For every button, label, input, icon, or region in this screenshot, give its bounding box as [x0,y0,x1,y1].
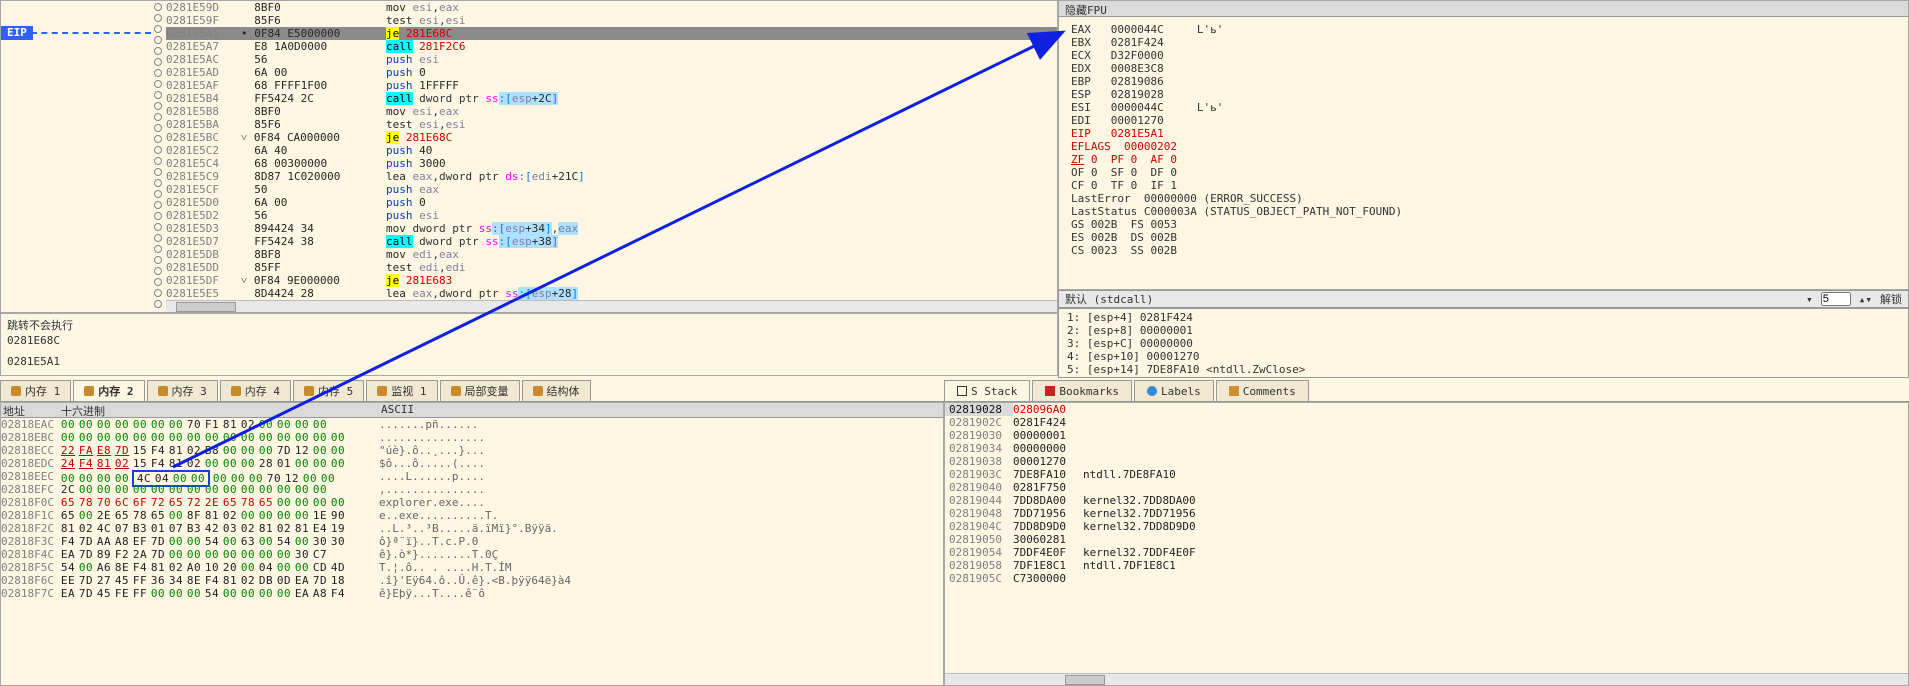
labels-icon [1147,386,1157,396]
stack-hscroll[interactable] [945,673,1908,685]
dump-tabs[interactable]: 内存 1内存 2内存 3内存 4内存 5监视 1局部变量结构体 [0,380,944,402]
comments-icon [1229,386,1239,396]
call-args: 1: [esp+4] 0281F424 2: [esp+8] 00000001 … [1058,308,1909,378]
tab-bookmarks[interactable]: Bookmarks [1032,380,1132,401]
dump-header: 地址 十六进制 ASCII [1,403,943,418]
info-line3: 0281E5A1 [7,354,1051,369]
cube-icon [84,386,94,396]
registers-pane[interactable]: 隐藏FPU EAX 0000044C L'ь'EBX 0281F424ECX D… [1058,0,1909,290]
dump-hdr-addr: 地址 [1,403,59,417]
argcount-input[interactable] [1821,292,1851,306]
cube-icon [451,386,461,396]
stack-body[interactable]: 02819028028096A00281902C0281F42402819030… [945,403,1908,658]
tab-mem-7[interactable]: 结构体 [522,380,591,401]
info-line2: 0281E68C [7,333,1051,348]
tab-mem-3[interactable]: 内存 4 [220,380,291,401]
tab-mem-0[interactable]: 内存 1 [0,380,71,401]
regs-header[interactable]: 隐藏FPU [1059,1,1908,17]
tab-mem-2[interactable]: 内存 3 [147,380,218,401]
unlock-button[interactable]: 解锁 [1880,291,1902,307]
callconv-label: 默认 (stdcall) [1065,291,1153,307]
tab-mem-1[interactable]: 内存 2 [73,380,144,401]
breakpoint-gutter[interactable] [151,1,166,311]
tab-mem-5[interactable]: 监视 1 [366,380,437,401]
spinner-icon[interactable]: ▴▾ [1859,293,1872,306]
tab-labels[interactable]: Labels [1134,380,1214,401]
bookmarks-icon [1045,386,1055,396]
info-line1: 跳转不会执行 [7,318,1051,333]
stack-tabs[interactable]: S StackBookmarksLabelsComments [944,380,1909,402]
tab-comments[interactable]: Comments [1216,380,1309,401]
dump-pane[interactable]: 地址 十六进制 ASCII 02818EAC0000000000000070F1… [0,402,944,686]
disassembly-pane[interactable]: EIP 0281E59D 8BF0mov esi,eax0281E59F 85F… [0,0,1058,313]
regs-body: EAX 0000044C L'ь'EBX 0281F424ECX D32F000… [1059,17,1908,263]
cube-icon [158,386,168,396]
callconv-bar[interactable]: 默认 (stdcall) ▾ ▴▾ 解锁 [1058,290,1909,308]
cube-icon [533,386,543,396]
info-strip: 跳转不会执行 0281E68C 0281E5A1 [0,313,1058,376]
cube-icon [304,386,314,396]
scroll-thumb[interactable] [1065,675,1105,685]
stack-icon [957,386,967,396]
tab-stack[interactable]: S Stack [944,380,1030,401]
tab-mem-4[interactable]: 内存 5 [293,380,364,401]
disasm-hscroll[interactable] [166,300,1057,312]
dump-hdr-hex: 十六进制 [59,403,379,417]
cube-icon [231,386,241,396]
stack-pane[interactable]: 02819028028096A00281902C0281F42402819030… [944,402,1909,686]
cube-icon [377,386,387,396]
scroll-thumb[interactable] [176,302,236,312]
disassembly-list[interactable]: 0281E59D 8BF0mov esi,eax0281E59F 85F6tes… [166,1,1057,300]
tab-mem-6[interactable]: 局部变量 [440,380,520,401]
cube-icon [11,386,21,396]
triangle-icon: ▾ [1806,293,1813,306]
eip-arrow [31,32,151,34]
eip-marker: EIP [1,26,33,40]
dump-body[interactable]: 02818EAC0000000000000070F1810200000000..… [1,418,943,673]
dump-hdr-ascii: ASCII [379,403,943,417]
